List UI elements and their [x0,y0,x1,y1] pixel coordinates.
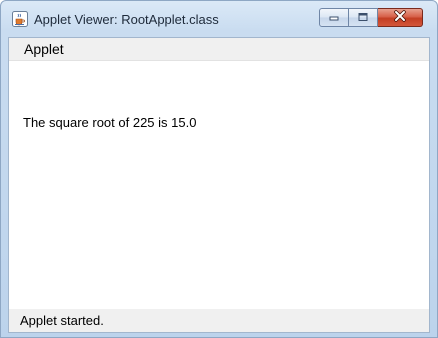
maximize-button[interactable] [349,8,378,27]
applet-output-text: The square root of 225 is 15.0 [23,115,197,130]
window-title: Applet Viewer: RootApplet.class [34,12,219,27]
status-text: Applet started. [20,313,104,328]
close-button[interactable] [378,8,423,27]
maximize-icon [357,9,369,27]
menu-applet[interactable]: Applet [22,41,66,57]
java-coffee-cup-icon[interactable] [12,11,28,27]
minimize-button[interactable] [319,8,349,27]
title-bar[interactable]: Applet Viewer: RootApplet.class [1,1,437,37]
minimize-icon [328,9,340,27]
window-controls [319,8,423,28]
status-bar: Applet started. [9,309,429,332]
applet-viewer-window: Applet Viewer: RootApplet.class Applet T… [0,0,438,338]
applet-panel[interactable]: The square root of 225 is 15.0 [9,61,429,309]
close-icon [393,9,407,27]
menu-bar: Applet [9,38,429,61]
client-area: Applet The square root of 225 is 15.0 Ap… [8,37,430,333]
